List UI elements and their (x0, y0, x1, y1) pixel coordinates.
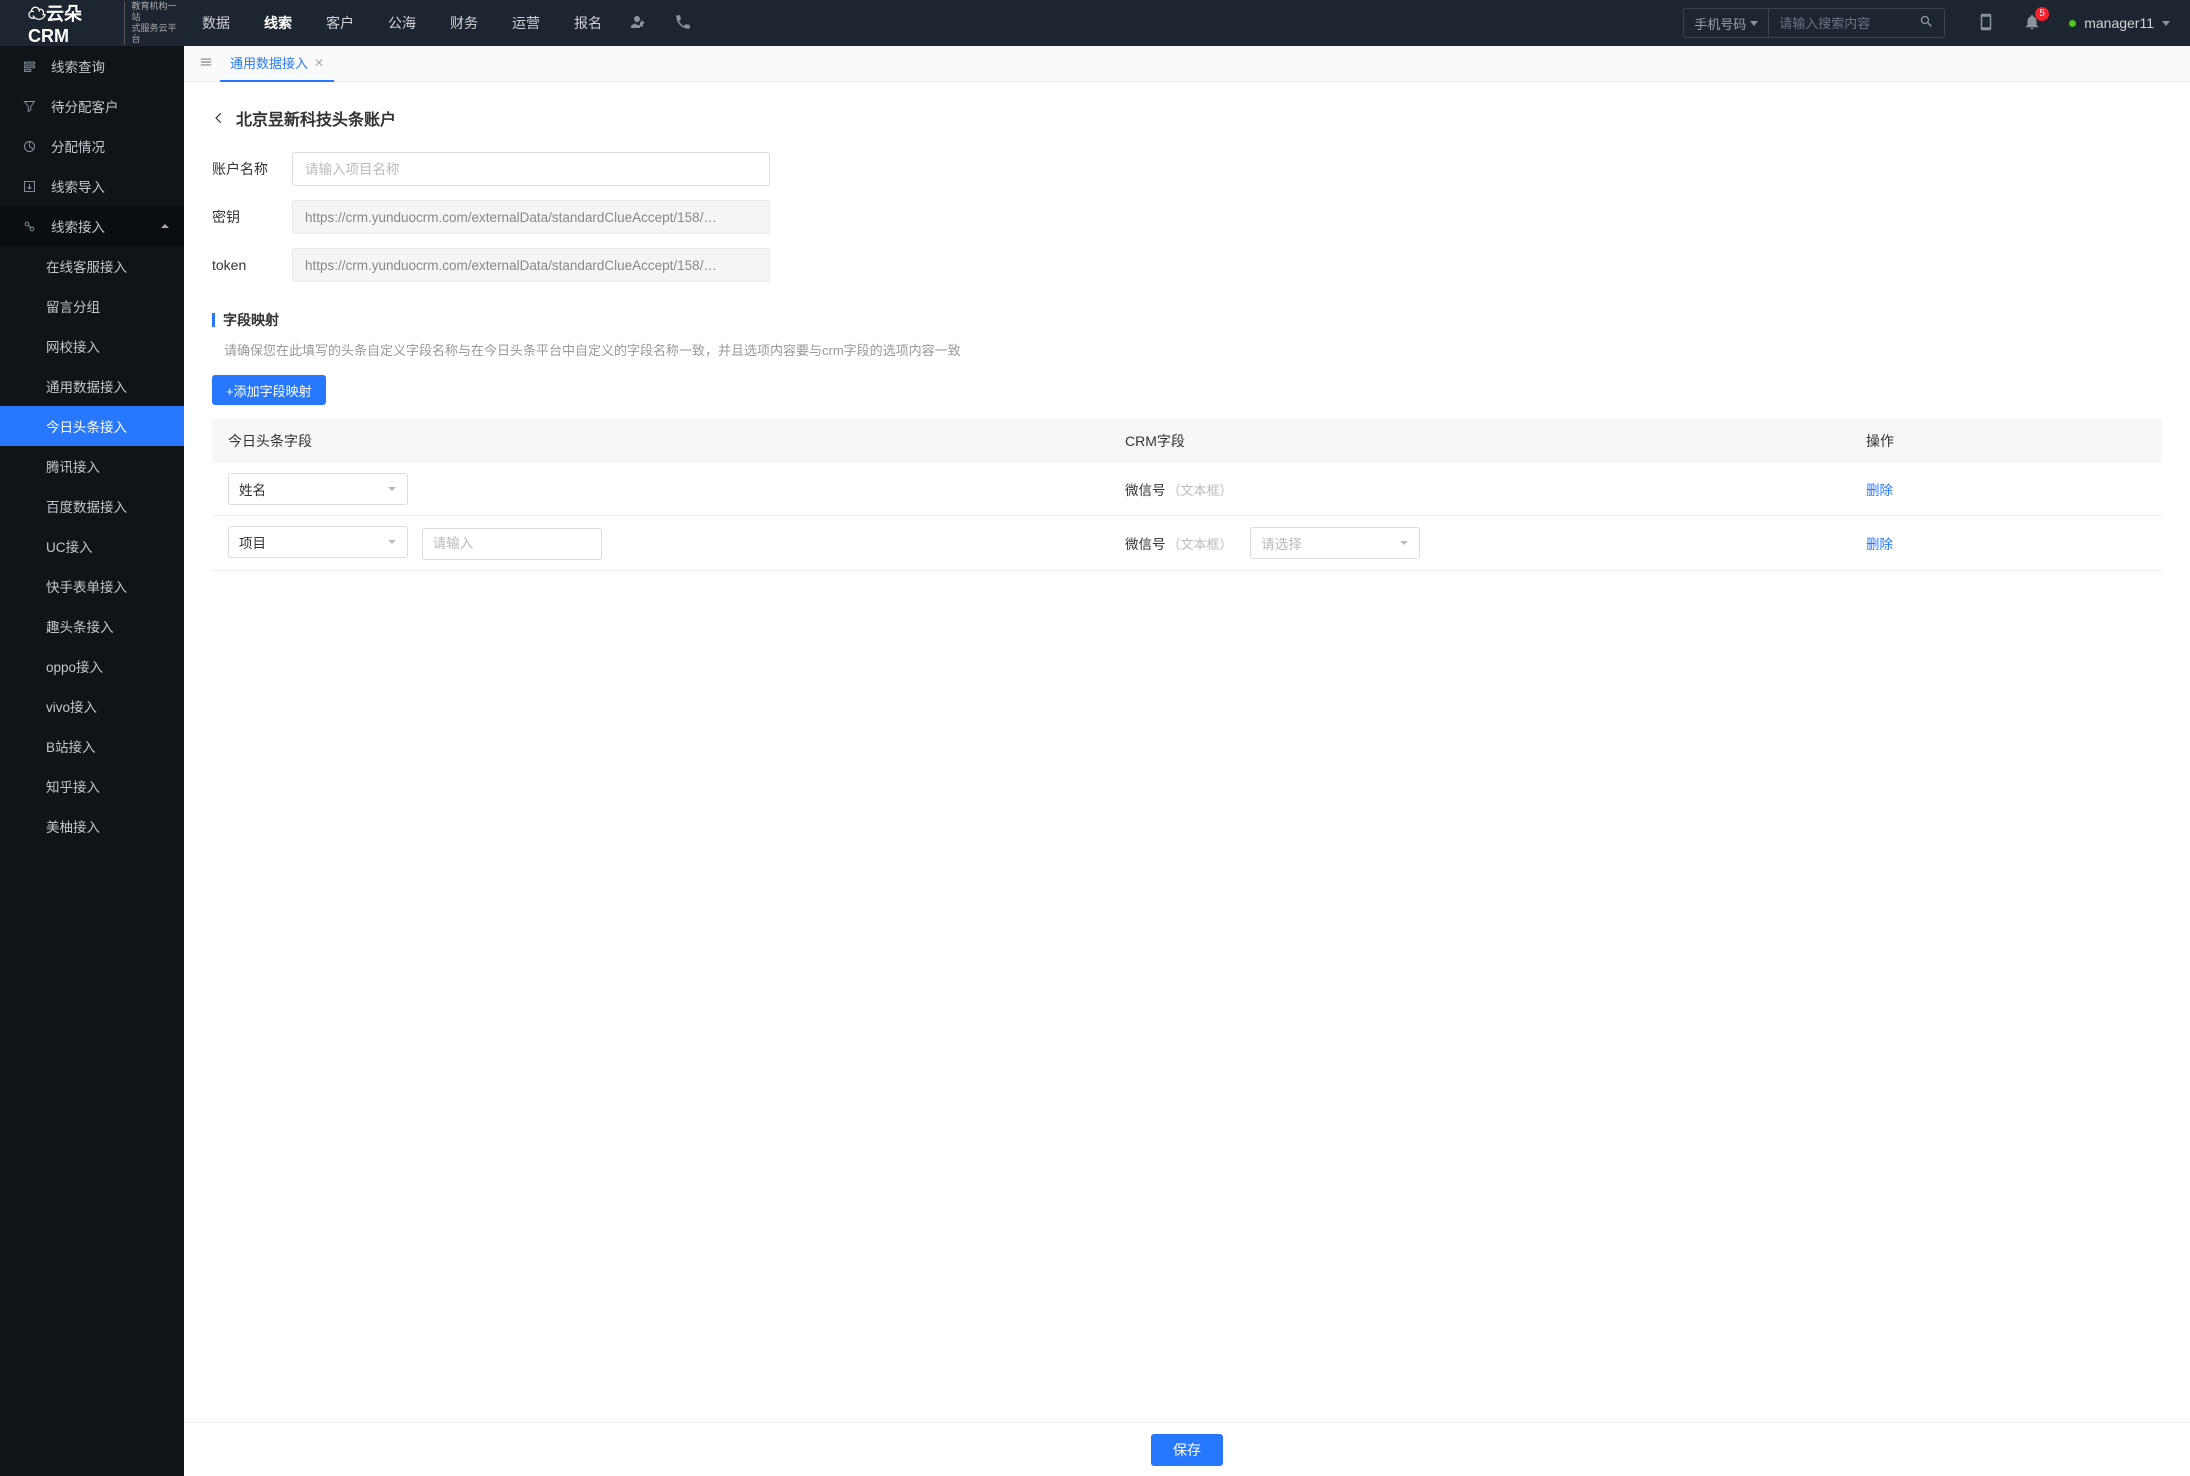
sidebar: 线索查询 待分配客户 分配情况 线索导入 线索接入 在线客服接入 留言分组 网校… (0, 46, 184, 1476)
nav-finance[interactable]: 财务 (450, 13, 478, 33)
nav-customer[interactable]: 客户 (326, 13, 354, 33)
secret-input[interactable] (292, 200, 770, 234)
sidebar-sub-generic[interactable]: 通用数据接入 (0, 366, 184, 406)
crm-field-display: 微信号 （文本框） (1125, 533, 1233, 553)
mapping-description: 请确保您在此填写的头条自定义字段名称与在今日头条平台中自定义的字段名称一致，并且… (212, 340, 2162, 359)
toutiao-field-select[interactable]: 项目 (228, 526, 408, 558)
back-icon[interactable] (212, 111, 226, 125)
logo-tagline: 教育机构一站式服务云平台 (124, 1, 184, 44)
brand-logo: ☁云朵CRM 教育机构一站式服务云平台 (0, 0, 184, 47)
account-name-input[interactable] (292, 152, 770, 186)
section-bar-icon (212, 313, 215, 327)
sidebar-item-pending[interactable]: 待分配客户 (0, 86, 184, 126)
header-right: 5 manager11 (1977, 13, 2170, 34)
sidebar-sub-school[interactable]: 网校接入 (0, 326, 184, 366)
crm-field-display: 微信号 （文本框） (1125, 479, 1233, 499)
caret-down-icon (1750, 21, 1758, 26)
secret-label: 密钥 (212, 207, 292, 227)
add-user-icon[interactable] (628, 13, 646, 34)
nav-leads[interactable]: 线索 (264, 13, 292, 33)
breadcrumb: 北京昱新科技头条账户 (212, 106, 2162, 130)
filter-icon (22, 99, 37, 114)
page-title: 北京昱新科技头条账户 (236, 106, 396, 130)
sidebar-sub-bilibili[interactable]: B站接入 (0, 726, 184, 766)
phone-icon[interactable] (674, 13, 692, 34)
chevron-down-icon (387, 537, 397, 547)
notification-icon[interactable]: 5 (2023, 13, 2041, 34)
sidebar-item-access[interactable]: 线索接入 (0, 206, 184, 246)
toutiao-extra-input[interactable] (422, 528, 602, 560)
sidebar-sub-tencent[interactable]: 腾讯接入 (0, 446, 184, 486)
search-button[interactable] (1909, 14, 1944, 32)
sidebar-sub-vivo[interactable]: vivo接入 (0, 686, 184, 726)
main-content: 通用数据接入 ✕ 北京昱新科技头条账户 账户名称 密钥 t (184, 46, 2190, 1476)
table-row: 项目 微信号 （文本框） (212, 516, 2162, 571)
table-row: 姓名 微信号 （文本框） 删除 (212, 463, 2162, 516)
nav-action-icons (628, 13, 692, 34)
add-mapping-button[interactable]: +添加字段映射 (212, 375, 326, 405)
sidebar-sub-qutoutiao[interactable]: 趣头条接入 (0, 606, 184, 646)
sidebar-sub-meiyou[interactable]: 美柚接入 (0, 806, 184, 846)
nav-public[interactable]: 公海 (388, 13, 416, 33)
nav-data[interactable]: 数据 (202, 13, 230, 33)
sidebar-sub-online-cs[interactable]: 在线客服接入 (0, 246, 184, 286)
menu-collapse-icon (199, 55, 213, 69)
sidebar-sub-toutiao[interactable]: 今日头条接入 (0, 406, 184, 446)
mapping-table: 今日头条字段 CRM字段 操作 姓名 (212, 419, 2162, 571)
tab-generic-data[interactable]: 通用数据接入 ✕ (220, 46, 334, 82)
chevron-up-icon (160, 219, 170, 234)
token-label: token (212, 257, 292, 273)
logo-text: ☁云朵CRM (28, 0, 120, 47)
mapping-section-header: 字段映射 (212, 310, 2162, 330)
sidebar-item-distribution[interactable]: 分配情况 (0, 126, 184, 166)
notification-badge: 5 (2035, 7, 2049, 21)
user-menu[interactable]: manager11 (2069, 15, 2170, 31)
sidebar-sub-message-group[interactable]: 留言分组 (0, 286, 184, 326)
account-name-label: 账户名称 (212, 159, 292, 179)
sidebar-sub-oppo[interactable]: oppo接入 (0, 646, 184, 686)
col-crm-field: CRM字段 (1109, 419, 1850, 463)
save-button[interactable]: 保存 (1151, 1434, 1223, 1466)
global-search: 手机号码 (1683, 8, 1945, 38)
sidebar-sub-zhihu[interactable]: 知乎接入 (0, 766, 184, 806)
crm-option-select[interactable]: 请选择 (1250, 527, 1420, 559)
chevron-down-icon (387, 484, 397, 494)
nav-ops[interactable]: 运营 (512, 13, 540, 33)
sidebar-sub-kuaishou[interactable]: 快手表单接入 (0, 566, 184, 606)
plug-icon (22, 219, 37, 234)
delete-row-button[interactable]: 删除 (1866, 537, 1893, 552)
col-action: 操作 (1850, 419, 2162, 463)
collapse-sidebar-button[interactable] (192, 55, 220, 72)
caret-down-icon (2162, 21, 2170, 26)
list-icon (22, 59, 37, 74)
tab-close-icon[interactable]: ✕ (314, 56, 324, 70)
status-dot-icon (2069, 20, 2076, 27)
footer-actions: 保存 (184, 1422, 2190, 1476)
sidebar-item-import[interactable]: 线索导入 (0, 166, 184, 206)
nav-enroll[interactable]: 报名 (574, 13, 602, 33)
delete-row-button[interactable]: 删除 (1866, 483, 1893, 498)
col-toutiao-field: 今日头条字段 (212, 419, 1109, 463)
search-type-select[interactable]: 手机号码 (1684, 9, 1769, 37)
app-header: ☁云朵CRM 教育机构一站式服务云平台 数据 线索 客户 公海 财务 运营 报名… (0, 0, 2190, 46)
sidebar-item-search-leads[interactable]: 线索查询 (0, 46, 184, 86)
chevron-down-icon (1399, 538, 1409, 548)
top-nav: 数据 线索 客户 公海 财务 运营 报名 (202, 13, 602, 33)
username: manager11 (2084, 15, 2154, 31)
search-input[interactable] (1769, 16, 1909, 31)
token-input[interactable] (292, 248, 770, 282)
page-content: 北京昱新科技头条账户 账户名称 密钥 token 字段映射 (184, 82, 2190, 1422)
toutiao-field-select[interactable]: 姓名 (228, 473, 408, 505)
sidebar-sub-baidu[interactable]: 百度数据接入 (0, 486, 184, 526)
pie-icon (22, 139, 37, 154)
tabs-bar: 通用数据接入 ✕ (184, 46, 2190, 82)
mapping-title: 字段映射 (223, 310, 279, 330)
mobile-icon[interactable] (1977, 13, 1995, 34)
export-icon (22, 179, 37, 194)
sidebar-sub-uc[interactable]: UC接入 (0, 526, 184, 566)
